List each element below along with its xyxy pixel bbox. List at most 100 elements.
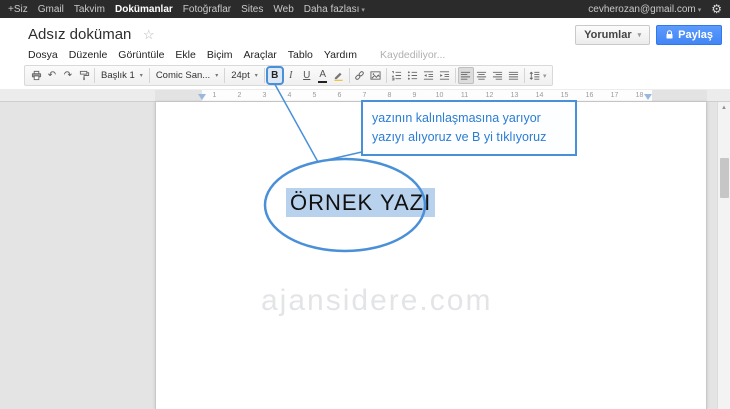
topbar-link[interactable]: Web — [273, 4, 293, 15]
toolbar-row: ↶ ↷ Başlık 1 ▾ Comic San... ▾ 24pt ▾ B I U A ▾ — [0, 63, 730, 90]
scrollbar-thumb[interactable] — [720, 158, 729, 198]
underline-button-glyph: U — [303, 70, 311, 81]
ruler-right-margin — [652, 90, 707, 101]
topbar-link[interactable]: Takvim — [74, 4, 105, 15]
share-label: Paylaş — [678, 28, 713, 41]
toolbar-separator — [263, 68, 265, 83]
toolbar-separator — [523, 68, 525, 83]
menu-item[interactable]: Tablo — [288, 49, 313, 61]
google-services-nav: +Siz Gmail Takvim Dokümanlar Fotoğraflar Site… — [8, 4, 365, 15]
font-size-dropdown-value: 24pt — [231, 70, 250, 81]
annotation-callout: yazının kalınlaşmasına yarıyor yazıyı al… — [361, 100, 577, 156]
ruler-number: 5 — [312, 92, 317, 99]
watermark: ajansidere.com — [261, 284, 493, 317]
selected-text[interactable]: ÖRNEK YAZI — [286, 188, 436, 217]
toolbar-separator — [94, 68, 95, 83]
menu-item[interactable]: Dosya — [28, 49, 58, 61]
document-text-line: ÖRNEK YAZI — [286, 188, 436, 217]
menu-items: Dosya Düzenle Görüntüle Ekle Biçim Araçlar Tab… — [28, 49, 357, 61]
topbar-link[interactable]: +Siz — [8, 4, 28, 15]
chevron-down-icon: ▾ — [697, 6, 702, 14]
menu-bar: Dosya Düzenle Görüntüle Ekle Biçim Araçlar Tab… — [0, 47, 730, 63]
gear-icon[interactable]: ⚙ — [711, 2, 722, 16]
google-docs-app: +Siz Gmail Takvim Dokümanlar Fotoğraflar Site… — [0, 0, 730, 409]
align-center-button[interactable] — [474, 67, 490, 84]
ruler-number: 6 — [337, 92, 342, 99]
chevron-down-icon: ▾ — [542, 72, 547, 80]
comments-button[interactable]: Yorumlar ▾ — [575, 24, 651, 45]
comments-label: Yorumlar — [584, 28, 632, 41]
chevron-down-icon: ▾ — [361, 6, 365, 14]
font-dropdown[interactable]: Comic San... ▾ — [152, 70, 222, 81]
chevron-down-icon: ▾ — [215, 73, 219, 79]
undo-icon[interactable]: ↶ — [44, 67, 60, 84]
insert-link-button[interactable] — [352, 67, 368, 84]
topbar-link[interactable]: Gmail — [38, 4, 64, 15]
document-header: Adsız doküman ☆ Yorumlar ▾ Paylaş — [0, 18, 730, 47]
align-left-button[interactable] — [457, 67, 474, 84]
highlight-color-button[interactable] — [331, 67, 347, 84]
indent-button[interactable] — [437, 67, 453, 84]
font-size-dropdown[interactable]: 24pt ▾ — [227, 70, 262, 81]
share-button[interactable]: Paylaş — [656, 24, 722, 45]
callout-line-1: yazının kalınlaşmasına yarıyor — [372, 111, 541, 125]
menu-item[interactable]: Araçlar — [244, 49, 277, 61]
lock-icon — [666, 29, 673, 38]
menu-item[interactable]: Yardım — [324, 49, 357, 61]
numbered-list-button[interactable] — [389, 67, 405, 84]
bold-button[interactable]: B — [265, 66, 284, 85]
chevron-down-icon: ▾ — [254, 73, 258, 79]
align-justify-button[interactable] — [506, 67, 522, 84]
star-icon[interactable]: ☆ — [143, 27, 155, 42]
redo-icon-glyph: ↷ — [63, 70, 73, 81]
toolbar-separator — [385, 68, 387, 83]
undo-icon-glyph: ↶ — [47, 70, 57, 81]
topbar-link[interactable]: Dokümanlar — [115, 4, 173, 15]
toolbar-separator — [454, 68, 456, 83]
chevron-down-icon: ▾ — [139, 73, 143, 79]
toolbar-separator — [148, 68, 150, 83]
italic-button[interactable]: I — [283, 67, 299, 84]
topbar-link[interactable]: Daha fazlası ▾ — [304, 4, 365, 15]
ruler-number: 4 — [287, 92, 292, 99]
line-spacing-button[interactable]: ▾ — [527, 67, 549, 84]
menu-item[interactable]: Görüntüle — [118, 49, 164, 61]
insert-image-button[interactable] — [368, 67, 384, 84]
header-actions: Yorumlar ▾ Paylaş — [575, 24, 722, 45]
ruler-number: 2 — [237, 92, 242, 99]
formatting-toolbar: ↶ ↷ Başlık 1 ▾ Comic San... ▾ 24pt ▾ B I U A ▾ — [24, 65, 553, 86]
menu-item[interactable]: Biçim — [207, 49, 233, 61]
vertical-scrollbar[interactable]: ▲ — [717, 102, 730, 409]
account-menu[interactable]: cevherozan@gmail.com ▾ — [588, 4, 701, 15]
account-email: cevherozan@gmail.com — [588, 3, 696, 15]
print-icon[interactable] — [28, 67, 44, 84]
scroll-up-arrow[interactable]: ▲ — [718, 102, 730, 114]
save-status: Kaydediliyor... — [379, 49, 446, 61]
italic-button-glyph: I — [289, 70, 293, 81]
text-color-button[interactable]: A — [315, 67, 331, 84]
right-indent-marker[interactable] — [644, 94, 652, 100]
topbar-link[interactable]: Sites — [241, 4, 263, 15]
ruler-number: 17 — [610, 92, 619, 99]
topbar-link[interactable]: Fotoğraflar — [183, 4, 231, 15]
left-indent-marker[interactable] — [198, 94, 206, 100]
align-right-button[interactable] — [490, 67, 506, 84]
document-title[interactable]: Adsız doküman — [28, 26, 131, 43]
paint-format-icon[interactable] — [76, 67, 92, 84]
toolbar-separator — [348, 68, 350, 83]
outdent-button[interactable] — [421, 67, 437, 84]
redo-icon[interactable]: ↷ — [60, 67, 76, 84]
menu-item[interactable]: Ekle — [175, 49, 195, 61]
toolbar-separator — [224, 68, 226, 83]
bulleted-list-button[interactable] — [405, 67, 421, 84]
underline-button[interactable]: U — [299, 67, 315, 84]
styles-dropdown[interactable]: Başlık 1 ▾ — [97, 70, 147, 81]
styles-dropdown-value: Başlık 1 — [101, 70, 135, 81]
callout-line-2: yazıyı alıyoruz ve B yi tıklıyoruz — [372, 129, 547, 144]
text-color-button-glyph: A — [319, 68, 327, 80]
font-dropdown-value: Comic San... — [155, 70, 211, 81]
ruler-left-margin — [155, 90, 202, 101]
menu-item[interactable]: Düzenle — [69, 49, 108, 61]
google-bar: +Siz Gmail Takvim Dokümanlar Fotoğraflar Site… — [0, 0, 730, 18]
bold-button-glyph: B — [271, 70, 279, 81]
